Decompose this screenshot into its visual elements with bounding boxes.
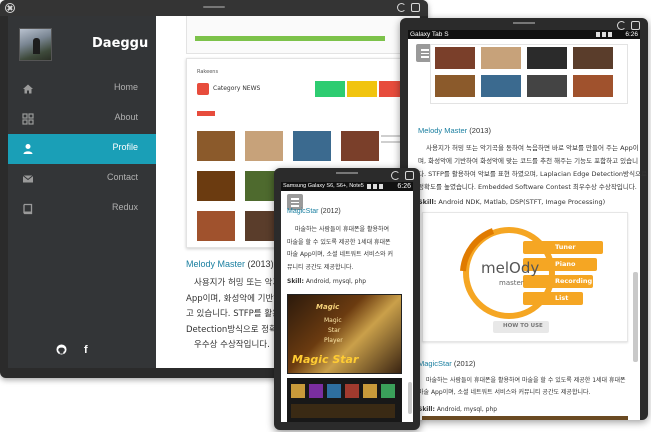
project-description: 마술하는 사람들이 휴대폰을 활용하여 마술을 할 수 있도록 제공한 1세대 … <box>287 226 393 271</box>
project-title[interactable]: Melody Master (2013) <box>186 259 274 269</box>
maximize-icon[interactable] <box>411 3 420 12</box>
device-name: Samsung Galaxy S6, S6+, Note5 <box>283 183 364 189</box>
sidebar-item-redux[interactable]: Redux <box>8 194 156 224</box>
logo-word: melOdy <box>481 259 540 277</box>
project-skill: Skill: Android NDK, Matlab, DSP(STFT, Im… <box>418 198 606 206</box>
profile-header: Daeggu <box>8 16 156 74</box>
status-bar: Samsung Galaxy S6, S6+, Note5 6:26 <box>281 182 413 191</box>
status-icons <box>367 184 387 189</box>
how-to-use-label: HOW TO USE <box>503 323 543 329</box>
logo-subword: master <box>499 279 524 287</box>
sidebar-nav: Home About Profile Contact Redux <box>8 74 156 224</box>
drag-handle[interactable] <box>336 172 358 174</box>
sidebar-item-label: Home <box>113 82 138 92</box>
stage: Daeggu Home About Profile Contact Redux … <box>0 0 651 432</box>
grid-icon <box>22 113 34 125</box>
sidebar-item-home[interactable]: Home <box>8 74 156 104</box>
sidebar-item-label: About <box>114 112 138 122</box>
project-description: 마술하는 사람들이 휴대폰을 활용하여 마술을 할 수 있도록 제공한 1세대 … <box>418 377 626 396</box>
screenshot-thumbnail-news[interactable] <box>430 44 628 104</box>
sidebar: Daeggu Home About Profile Contact Redux … <box>8 16 156 368</box>
brand-name: Daeggu <box>92 36 149 51</box>
maximize-icon[interactable] <box>631 21 640 30</box>
clock: 6:26 <box>397 183 411 190</box>
close-icon[interactable] <box>5 3 15 13</box>
rotate-icon[interactable] <box>391 171 400 180</box>
phone-window: Samsung Galaxy S6, S6+, Note5 6:26 Magic… <box>274 168 420 430</box>
magicstar-screenshot[interactable]: Magic Magic Star Player Magic Star <box>287 294 402 374</box>
rotate-icon[interactable] <box>617 21 626 30</box>
project-title[interactable]: MagicStar (2012) <box>287 208 341 215</box>
magicstar-screenshot-2[interactable] <box>287 378 402 422</box>
user-icon <box>22 143 34 155</box>
scrollbar[interactable] <box>633 272 638 362</box>
drag-handle[interactable] <box>513 22 535 24</box>
avatar <box>19 28 52 61</box>
clock: 6:26 <box>625 31 638 38</box>
envelope-icon <box>22 173 34 185</box>
category-label: Category NEWS <box>213 85 261 92</box>
screenshot-thumbnail <box>422 416 628 420</box>
maximize-icon[interactable] <box>405 171 414 180</box>
drag-handle[interactable] <box>203 6 225 8</box>
site-logo: Rakeens <box>197 69 219 75</box>
project-description: 사용지가 허밍 또는 악기곡을 동하여 녹음하면 바로 악보를 만들어 주는 A… <box>418 144 647 191</box>
red-tag <box>197 111 215 116</box>
menu-recording: Recording <box>555 277 593 285</box>
menu-piano: Piano <box>555 260 576 268</box>
project-title[interactable]: MagicStar (2012) <box>418 359 476 368</box>
home-icon <box>22 83 34 95</box>
device-name: Galaxy Tab S <box>410 31 449 38</box>
github-icon[interactable] <box>56 344 67 358</box>
scrollbar[interactable] <box>408 382 412 414</box>
social-links: f <box>8 344 156 360</box>
color-banner <box>315 81 413 97</box>
status-bar: Galaxy Tab S 6:26 <box>408 30 640 39</box>
category-header: Category NEWS <box>197 83 287 97</box>
project-skill: Skill: Android, mysql, php <box>287 278 367 285</box>
sidebar-item-label: Contact <box>106 172 138 182</box>
project-skill: Skill: Android, mysql, php <box>418 406 498 413</box>
tablet-screen: Galaxy Tab S 6:26 Melody Master (2013) 사… <box>408 30 647 420</box>
project-description: 사용지가 허밍 또는 악기 App이며, 화성악에 기반해 고 있습니다. ST… <box>186 278 285 350</box>
screenshot-thumbnail-top <box>186 16 420 54</box>
sidebar-item-about[interactable]: About <box>8 104 156 134</box>
project-title[interactable]: Melody Master (2013) <box>418 126 491 135</box>
category-icon <box>197 83 209 95</box>
melody-master-logo[interactable]: melOdy master Tuner Piano Recording List… <box>422 212 628 342</box>
sidebar-item-label: Redux <box>111 202 138 212</box>
rotate-icon[interactable] <box>397 3 406 12</box>
sidebar-item-profile[interactable]: Profile <box>8 134 156 164</box>
book-icon <box>22 203 34 215</box>
menu-list: List <box>555 294 569 302</box>
desktop-titlebar[interactable] <box>0 0 428 16</box>
status-icons <box>596 32 616 37</box>
phone-screen: Samsung Galaxy S6, S6+, Note5 6:26 Magic… <box>281 182 413 422</box>
sidebar-item-contact[interactable]: Contact <box>8 164 156 194</box>
menu-tuner: Tuner <box>555 243 576 251</box>
progress-strip <box>195 36 385 41</box>
sidebar-item-label: Profile <box>112 142 138 152</box>
tablet-window: Galaxy Tab S 6:26 Melody Master (2013) 사… <box>400 18 648 420</box>
facebook-icon[interactable]: f <box>84 344 88 356</box>
